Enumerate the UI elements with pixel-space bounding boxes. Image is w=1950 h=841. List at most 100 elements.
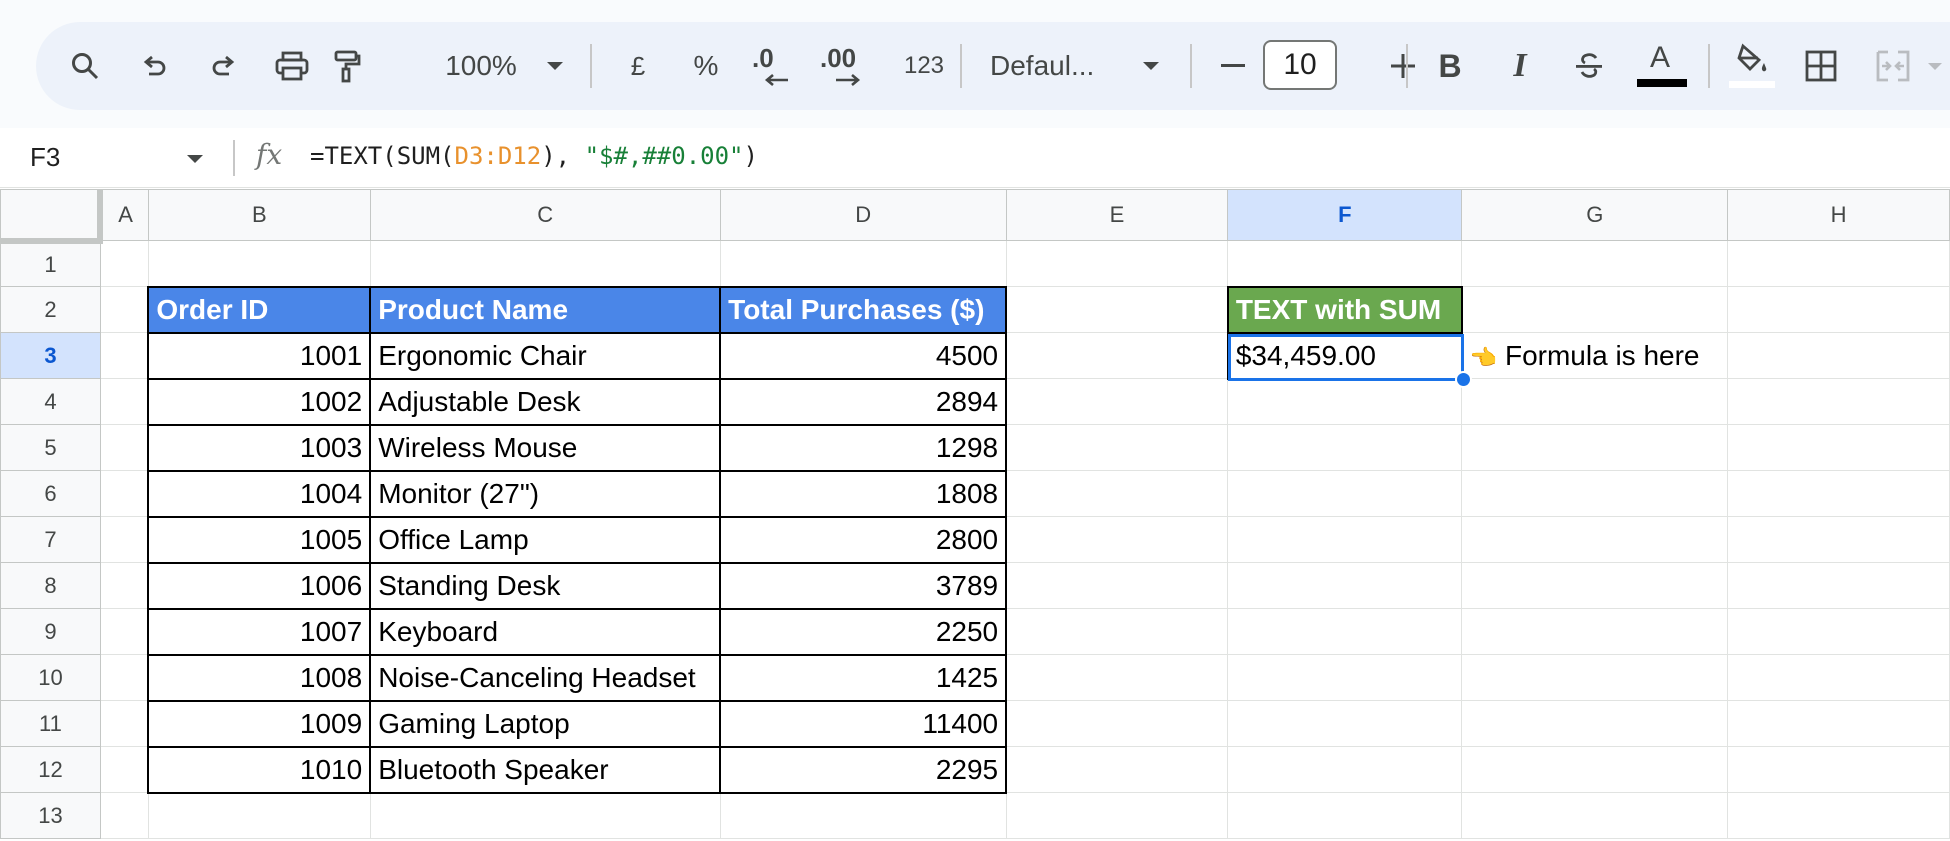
cell[interactable]: [1727, 792, 1950, 839]
cell[interactable]: [1461, 470, 1729, 517]
order-id-cell[interactable]: 1003: [147, 423, 372, 472]
cell[interactable]: [1461, 700, 1729, 747]
search-icon[interactable]: [62, 22, 108, 110]
row-header[interactable]: 10: [0, 654, 101, 701]
cell[interactable]: [1005, 470, 1229, 517]
decrease-decimal-button[interactable]: .0: [748, 22, 798, 110]
paint-format-icon[interactable]: [324, 22, 368, 110]
result-cell[interactable]: $34,459.00: [1226, 331, 1463, 380]
cell[interactable]: [99, 562, 149, 609]
cell[interactable]: [1727, 746, 1950, 793]
undo-icon[interactable]: [132, 22, 176, 110]
cell[interactable]: [1227, 378, 1463, 425]
cell[interactable]: [1005, 700, 1229, 747]
column-header-h[interactable]: H: [1727, 189, 1950, 241]
row-header[interactable]: 2: [0, 286, 101, 333]
total-purchases-cell[interactable]: 4500: [719, 331, 1008, 380]
cell[interactable]: [1005, 286, 1229, 333]
cell[interactable]: [1461, 608, 1729, 655]
cell[interactable]: [99, 654, 149, 701]
italic-button[interactable]: I: [1498, 22, 1542, 110]
chevron-down-icon[interactable]: [186, 154, 204, 164]
product-name-cell[interactable]: Noise-Canceling Headset: [369, 653, 722, 702]
order-id-cell[interactable]: 1007: [147, 607, 372, 656]
cell[interactable]: [1227, 470, 1463, 517]
total-purchases-cell[interactable]: 2894: [719, 377, 1008, 426]
column-header-c[interactable]: C: [369, 189, 721, 241]
select-all-corner[interactable]: [0, 189, 104, 244]
cell[interactable]: [369, 240, 721, 287]
row-header[interactable]: 8: [0, 562, 101, 609]
cell[interactable]: [1005, 424, 1229, 471]
print-icon[interactable]: [268, 22, 316, 110]
cell[interactable]: [1005, 332, 1229, 379]
increase-decimal-button[interactable]: .00: [818, 22, 874, 110]
cell[interactable]: [1727, 654, 1950, 701]
order-id-cell[interactable]: 1010: [147, 745, 372, 794]
cell[interactable]: [1461, 562, 1729, 609]
cell[interactable]: [1727, 516, 1950, 563]
chevron-down-icon[interactable]: [1136, 22, 1166, 110]
cell[interactable]: [1727, 700, 1950, 747]
total-purchases-cell[interactable]: 2295: [719, 745, 1008, 794]
redo-icon[interactable]: [202, 22, 246, 110]
cell[interactable]: [1005, 746, 1229, 793]
cell[interactable]: [99, 608, 149, 655]
order-id-cell[interactable]: 1009: [147, 699, 372, 748]
cell[interactable]: [1727, 240, 1950, 287]
order-id-cell[interactable]: 1004: [147, 469, 372, 518]
cell[interactable]: [1461, 516, 1729, 563]
fill-handle[interactable]: [1455, 371, 1472, 388]
product-name-cell[interactable]: Bluetooth Speaker: [369, 745, 722, 794]
cell[interactable]: [1727, 424, 1950, 471]
total-purchases-cell[interactable]: 2250: [719, 607, 1008, 656]
chevron-down-icon[interactable]: [1922, 22, 1948, 110]
cell[interactable]: [1461, 378, 1729, 425]
cell[interactable]: [1227, 700, 1463, 747]
order-id-cell[interactable]: 1005: [147, 515, 372, 564]
row-header[interactable]: 1: [0, 240, 101, 287]
more-formats-button[interactable]: 123: [894, 22, 954, 110]
header-order-id[interactable]: Order ID: [147, 285, 372, 334]
cell[interactable]: [1727, 562, 1950, 609]
product-name-cell[interactable]: Keyboard: [369, 607, 722, 656]
cell[interactable]: [1227, 562, 1463, 609]
cell[interactable]: [147, 792, 371, 839]
cell[interactable]: [99, 700, 149, 747]
cell[interactable]: [1461, 286, 1729, 333]
header-text-with-sum[interactable]: TEXT with SUM: [1226, 285, 1463, 334]
bold-button[interactable]: B: [1428, 22, 1472, 110]
row-header[interactable]: 13: [0, 792, 101, 839]
cell[interactable]: [147, 240, 371, 287]
product-name-cell[interactable]: Monitor (27"): [369, 469, 722, 518]
cell[interactable]: [1227, 240, 1463, 287]
product-name-cell[interactable]: Gaming Laptop: [369, 699, 722, 748]
column-header-b[interactable]: B: [147, 189, 371, 241]
cell[interactable]: [99, 378, 149, 425]
cell[interactable]: [99, 240, 149, 287]
order-id-cell[interactable]: 1008: [147, 653, 372, 702]
row-header[interactable]: 3: [0, 332, 101, 379]
column-header-f[interactable]: F: [1227, 189, 1463, 241]
product-name-cell[interactable]: Wireless Mouse: [369, 423, 722, 472]
text-color-icon[interactable]: A: [1634, 22, 1690, 110]
percent-format-button[interactable]: %: [684, 22, 728, 110]
cell[interactable]: [1005, 654, 1229, 701]
strikethrough-icon[interactable]: [1566, 22, 1612, 110]
total-purchases-cell[interactable]: 3789: [719, 561, 1008, 610]
note-cell[interactable]: 👈 Formula is here: [1461, 332, 1729, 379]
order-id-cell[interactable]: 1002: [147, 377, 372, 426]
zoom-select[interactable]: 100%: [426, 22, 536, 110]
cell[interactable]: [719, 792, 1007, 839]
chevron-down-icon[interactable]: [540, 22, 570, 110]
cell[interactable]: [1005, 608, 1229, 655]
row-header[interactable]: 9: [0, 608, 101, 655]
total-purchases-cell[interactable]: 11400: [719, 699, 1008, 748]
cell[interactable]: [99, 516, 149, 563]
column-header-g[interactable]: G: [1461, 189, 1729, 241]
cell[interactable]: [1461, 240, 1729, 287]
cell[interactable]: [1461, 792, 1729, 839]
cell[interactable]: [1227, 746, 1463, 793]
cell[interactable]: [1461, 654, 1729, 701]
cell[interactable]: [1005, 562, 1229, 609]
